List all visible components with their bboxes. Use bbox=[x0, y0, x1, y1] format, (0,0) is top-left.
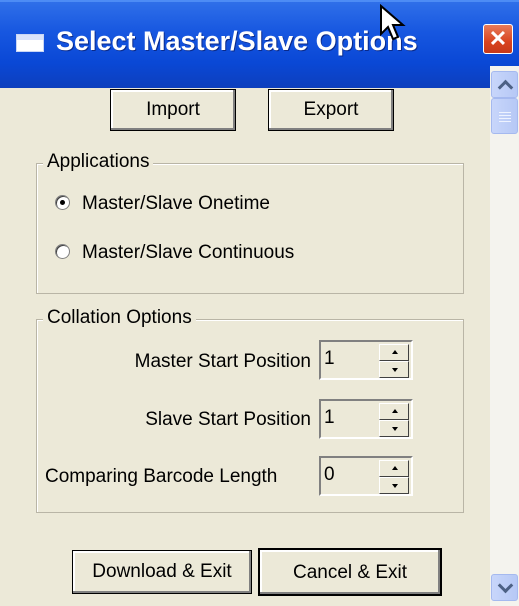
master-start-position-label: Master Start Position bbox=[134, 351, 311, 372]
master-start-position-value[interactable]: 1 bbox=[324, 348, 335, 370]
master-start-position-stepper[interactable]: 1 bbox=[319, 340, 413, 380]
spin-down-icon[interactable] bbox=[379, 361, 409, 378]
chevron-up-icon[interactable] bbox=[491, 71, 518, 98]
applications-legend: Applications bbox=[43, 151, 154, 173]
chevron-down-icon[interactable] bbox=[491, 574, 518, 601]
close-icon: ✕ bbox=[488, 26, 508, 51]
dialog-body: Import Export Applications Master/Slave … bbox=[0, 66, 490, 606]
comparing-barcode-length-value[interactable]: 0 bbox=[324, 464, 335, 486]
cancel-exit-button[interactable]: Cancel & Exit bbox=[258, 548, 442, 596]
slave-start-position-value[interactable]: 1 bbox=[324, 407, 335, 429]
collation-options-group: Collation Options Master Start Position … bbox=[36, 307, 464, 513]
spin-up-icon[interactable] bbox=[379, 344, 409, 361]
radio-onetime-label: Master/Slave Onetime bbox=[82, 193, 270, 214]
scroll-thumb[interactable] bbox=[491, 98, 518, 134]
radio-continuous-label: Master/Slave Continuous bbox=[82, 242, 295, 263]
close-button[interactable]: ✕ bbox=[483, 24, 513, 54]
window-title: Select Master/Slave Options bbox=[56, 26, 418, 56]
comparing-barcode-length-stepper[interactable]: 0 bbox=[319, 456, 413, 496]
slave-start-position-label: Slave Start Position bbox=[145, 409, 311, 430]
slave-start-position-stepper[interactable]: 1 bbox=[319, 399, 413, 439]
radio-continuous[interactable]: Master/Slave Continuous bbox=[55, 242, 294, 264]
mouse-cursor-icon bbox=[380, 4, 406, 41]
comparing-barcode-length-label: Comparing Barcode Length bbox=[45, 466, 278, 487]
spin-down-icon[interactable] bbox=[379, 420, 409, 437]
collation-legend: Collation Options bbox=[43, 307, 196, 329]
vertical-scrollbar[interactable] bbox=[490, 66, 519, 606]
radio-continuous-indicator[interactable] bbox=[55, 244, 70, 259]
spin-up-icon[interactable] bbox=[379, 403, 409, 420]
export-button[interactable]: Export bbox=[268, 89, 394, 131]
import-button[interactable]: Import bbox=[110, 89, 236, 131]
spin-up-icon[interactable] bbox=[379, 460, 409, 477]
window-icon bbox=[16, 34, 44, 52]
radio-onetime-indicator[interactable] bbox=[55, 195, 70, 210]
applications-group: Applications Master/Slave Onetime Master… bbox=[36, 151, 464, 294]
download-exit-button[interactable]: Download & Exit bbox=[72, 550, 252, 594]
spin-down-icon[interactable] bbox=[379, 477, 409, 494]
radio-onetime[interactable]: Master/Slave Onetime bbox=[55, 193, 270, 215]
